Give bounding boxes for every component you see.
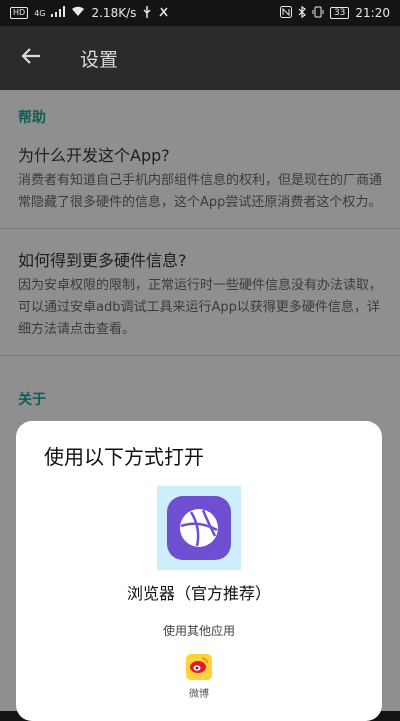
weibo-app-label[interactable]: 微博 — [16, 685, 382, 700]
vibrate-icon — [312, 6, 324, 21]
bluetooth-icon — [298, 5, 306, 21]
open-with-sheet: 使用以下方式打开 浏览器（官方推荐） 使用其他应用 微博 — [16, 421, 382, 721]
pref-title: 为什么开发这个App? — [18, 146, 170, 165]
status-right: 33 21:20 — [279, 5, 390, 21]
weibo-icon — [189, 656, 209, 678]
status-bar: HD 4G 2.18K/s 33 21:20 — [0, 0, 400, 26]
browser-app-label[interactable]: 浏览器（官方推荐） — [16, 580, 382, 604]
wifi-icon — [71, 6, 85, 20]
section-header-help: 帮助 — [18, 110, 46, 126]
pref-why-develop[interactable]: 为什么开发这个App? 消费者有知道自己手机内部组件信息的权利，但是现在的厂商通… — [0, 134, 400, 229]
hd-badge: HD — [10, 7, 29, 19]
page-title: 设置 — [80, 48, 119, 71]
debug-icon — [158, 6, 169, 21]
arrow-back-icon — [21, 47, 41, 69]
usb-icon — [142, 5, 152, 21]
weibo-app-option[interactable] — [186, 654, 212, 680]
app-bar: 设置 — [0, 26, 400, 90]
browser-app-option[interactable] — [157, 486, 241, 570]
pref-title: 如何得到更多硬件信息? — [18, 251, 187, 270]
back-button[interactable] — [0, 26, 62, 90]
pref-summary: 消费者有知道自己手机内部组件信息的权利，但是现在的厂商通常隐藏了很多硬件的信息，… — [18, 173, 383, 210]
battery-level: 33 — [329, 7, 350, 19]
browser-icon — [167, 496, 231, 560]
status-left: HD 4G 2.18K/s — [10, 5, 169, 21]
network-speed: 2.18K/s — [91, 6, 137, 20]
pref-more-hardware-info[interactable]: 如何得到更多硬件信息? 因为安卓权限的限制，正常运行时一些硬件信息没有办法读取，… — [0, 229, 400, 356]
section-header-about: 关于 — [18, 392, 46, 408]
other-apps-label: 使用其他应用 — [162, 624, 235, 638]
signal-icon — [51, 6, 66, 20]
sheet-title: 使用以下方式打开 — [44, 445, 204, 469]
nfc-icon — [279, 5, 292, 21]
pref-summary: 因为安卓权限的限制，正常运行时一些硬件信息没有办法读取，可以通过安卓adb调试工… — [18, 278, 383, 337]
network-type: 4G — [34, 8, 46, 18]
status-time: 21:20 — [355, 6, 390, 20]
